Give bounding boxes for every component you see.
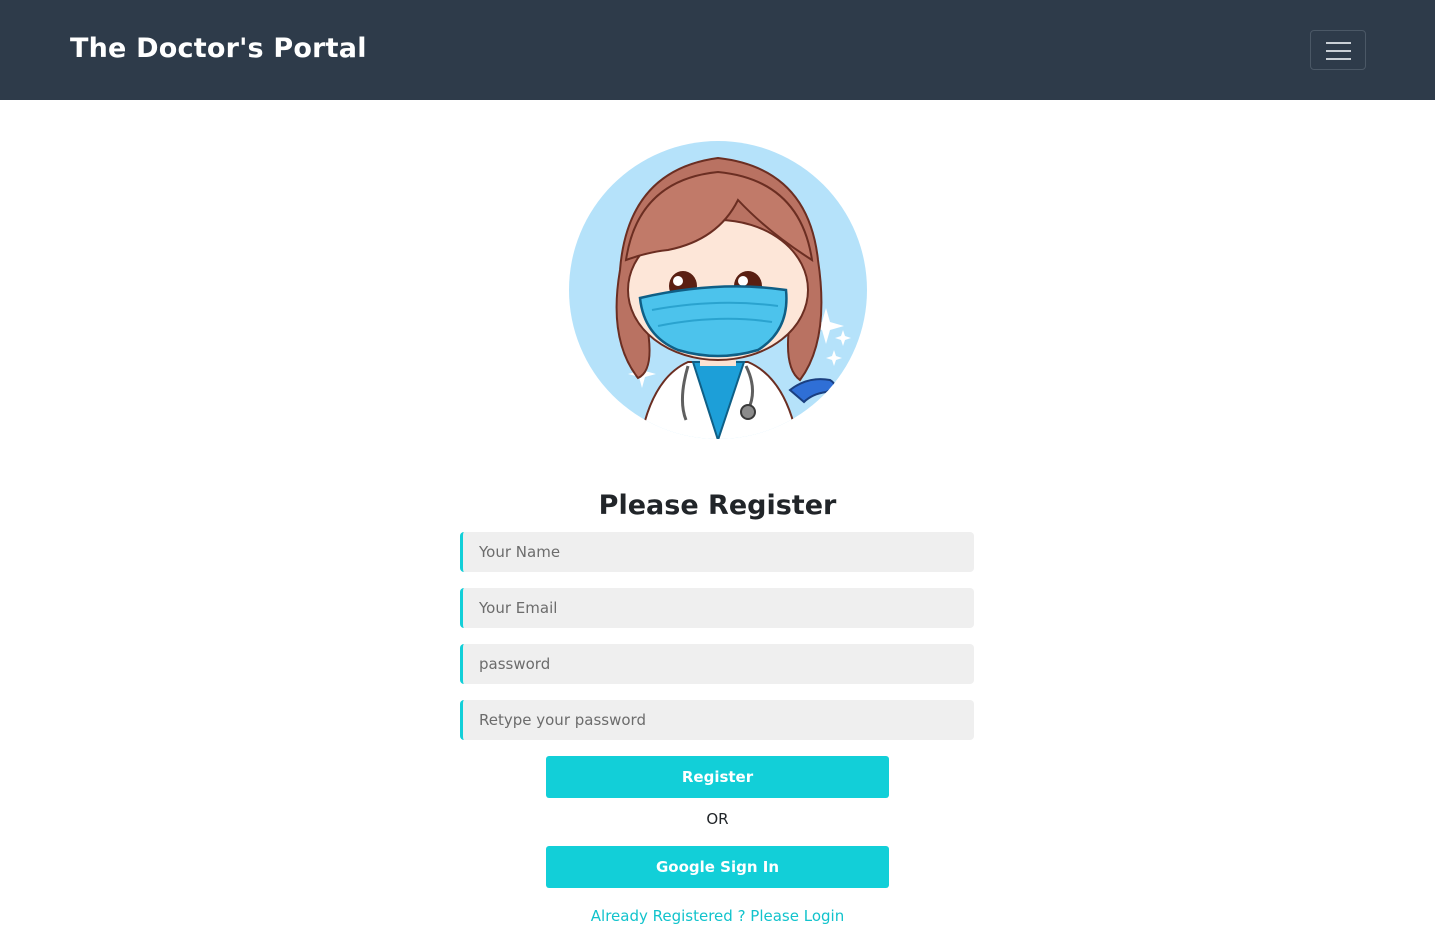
email-input[interactable]: [460, 588, 974, 628]
brand-title[interactable]: The Doctor's Portal: [70, 33, 367, 64]
menu-toggle-button[interactable]: [1310, 30, 1366, 70]
google-sign-in-button[interactable]: Google Sign In: [546, 846, 889, 888]
name-input[interactable]: [460, 532, 974, 572]
navbar: The Doctor's Portal: [0, 0, 1435, 100]
login-link[interactable]: Already Registered ? Please Login: [0, 907, 1435, 925]
retype-password-input[interactable]: [460, 700, 974, 740]
or-divider-text: OR: [706, 810, 729, 828]
register-button[interactable]: Register: [546, 756, 889, 798]
doctor-avatar-illustration: [568, 140, 868, 455]
password-input[interactable]: [460, 644, 974, 684]
page-title: Please Register: [598, 490, 837, 521]
